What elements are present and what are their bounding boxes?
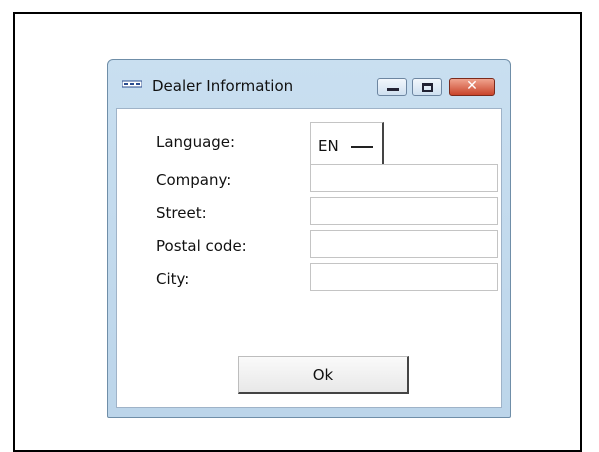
window-title: Dealer Information xyxy=(152,77,294,95)
maximize-button[interactable] xyxy=(412,78,442,96)
close-icon: ✕ xyxy=(466,78,478,94)
company-label: Company: xyxy=(156,171,232,189)
minimize-icon xyxy=(387,88,399,91)
language-label: Language: xyxy=(156,133,236,151)
maximize-icon xyxy=(422,83,433,92)
dropdown-indicator-icon xyxy=(351,146,373,148)
close-button[interactable]: ✕ xyxy=(449,78,495,96)
ok-button[interactable]: Ok xyxy=(238,356,409,394)
street-field[interactable] xyxy=(310,197,498,225)
title-bar[interactable]: Dealer Information ✕ xyxy=(108,60,510,108)
language-selector[interactable]: EN xyxy=(310,122,384,165)
postal-code-field[interactable] xyxy=(310,230,498,258)
dealer-information-window: Dealer Information ✕ Language: EN Compan… xyxy=(107,59,511,418)
form-area: Language: EN Company: Street: Postal cod… xyxy=(116,108,502,408)
language-value: EN xyxy=(318,137,339,155)
company-field[interactable] xyxy=(310,164,498,192)
postal-code-label: Postal code: xyxy=(156,237,247,255)
city-field[interactable] xyxy=(310,263,498,291)
street-label: Street: xyxy=(156,204,207,222)
city-label: City: xyxy=(156,270,190,288)
minimize-button[interactable] xyxy=(377,78,407,96)
app-icon xyxy=(122,80,142,88)
